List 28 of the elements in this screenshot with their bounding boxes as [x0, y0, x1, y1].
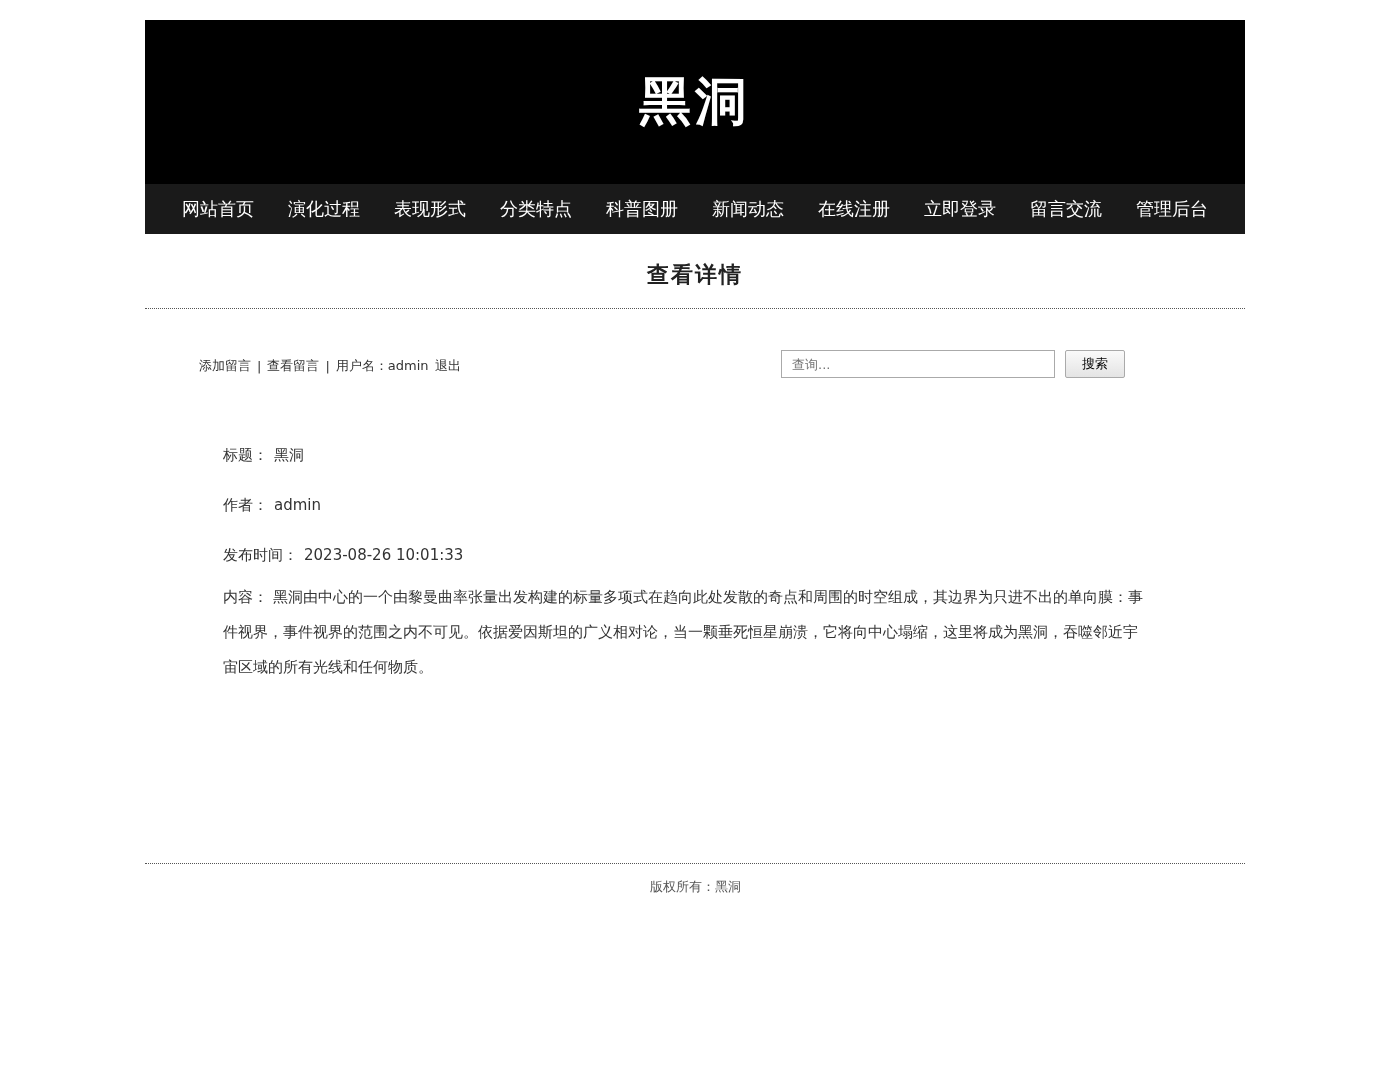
nav-link[interactable]: 科普图册	[602, 191, 682, 227]
search-button[interactable]: 搜索	[1065, 350, 1125, 378]
field-value: 2023-08-26 10:01:33	[304, 546, 464, 564]
field-label: 标题：	[223, 445, 268, 465]
logout-link[interactable]: 退出	[434, 357, 461, 375]
content-paragraph: 内容： 黑洞由中心的一个由黎曼曲率张量出发构建的标量多项式在趋向此处发散的奇点和周围的时空组成，其边界为只进不出的单向膜：事件视界，事件视界的范围之内不可见。依据爱因斯坦的广义相对论，当一颗垂死恒星崩溃，它将向中心塌缩，这里将成为黑洞，吞噬邻近宇宙区域的所有光线和任何物质。	[223, 587, 1144, 678]
nav-link[interactable]: 分类特点	[496, 191, 576, 227]
username-label: 用户名：admin	[335, 357, 429, 375]
field-value: 黑洞	[274, 445, 304, 465]
page-heading: 查看详情	[647, 261, 743, 287]
site-title: 黑洞	[639, 69, 751, 133]
field-label: 发布时间：	[223, 545, 298, 565]
nav-link[interactable]: 管理后台	[1132, 191, 1212, 227]
nav-link[interactable]: 在线注册	[814, 191, 894, 227]
field-value: admin	[274, 496, 321, 514]
nav-link[interactable]: 留言交流	[1026, 191, 1106, 227]
toolbar-link[interactable]: 添加留言	[199, 357, 251, 375]
nav-link[interactable]: 演化过程	[284, 191, 364, 227]
toolbar-link[interactable]: 查看留言	[267, 357, 320, 375]
separator: |	[325, 358, 330, 374]
nav-link[interactable]: 新闻动态	[708, 191, 788, 227]
copyright-text: 版权所有：黑洞	[649, 879, 741, 894]
nav-link[interactable]: 网站首页	[178, 191, 258, 227]
nav-link[interactable]: 表现形式	[390, 191, 470, 227]
field-label: 作者：	[223, 495, 268, 515]
search-field[interactable]: 查询...	[781, 350, 1055, 378]
nav-link[interactable]: 立即登录	[920, 191, 1000, 227]
separator: |	[257, 358, 262, 374]
